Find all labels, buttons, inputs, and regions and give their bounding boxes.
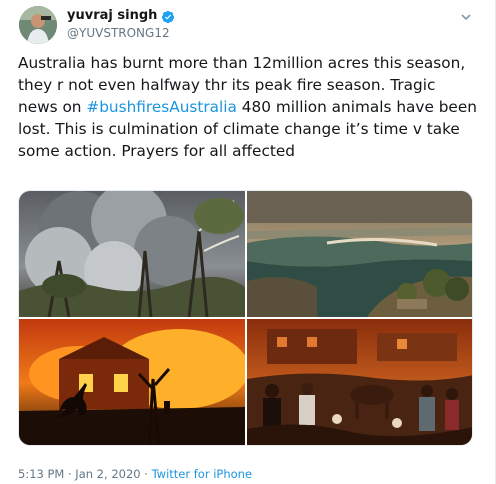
- photo-kangaroo-fire[interactable]: [19, 319, 245, 445]
- user-handle[interactable]: @YUVSTRONG12: [67, 26, 170, 40]
- avatar[interactable]: [19, 6, 57, 44]
- tweet-metadata: 5:13 PM · Jan 2, 2020 · Twitter for iPho…: [18, 467, 252, 481]
- tweet-card: yuvraj singh @YUVSTRONG12 Australia has …: [0, 0, 496, 484]
- hashtag-link[interactable]: #bushfiresAustralia: [86, 98, 237, 116]
- timestamp-link[interactable]: 5:13 PM · Jan 2, 2020: [18, 467, 141, 481]
- meta-separator: ·: [140, 467, 152, 481]
- tweet-text: Australia has burnt more than 12million …: [18, 52, 478, 162]
- display-name[interactable]: yuvraj singh: [67, 8, 157, 23]
- photo-crowd-evacuation[interactable]: [247, 319, 472, 445]
- chevron-down-icon[interactable]: [460, 8, 472, 21]
- author-name-row: yuvraj singh: [67, 8, 175, 23]
- source-link[interactable]: Twitter for iPhone: [152, 467, 253, 481]
- verified-badge-icon: [161, 9, 175, 23]
- media-grid: [18, 190, 473, 446]
- photo-coastline-smoke[interactable]: [247, 191, 472, 317]
- photo-smoke-forest[interactable]: [19, 191, 245, 317]
